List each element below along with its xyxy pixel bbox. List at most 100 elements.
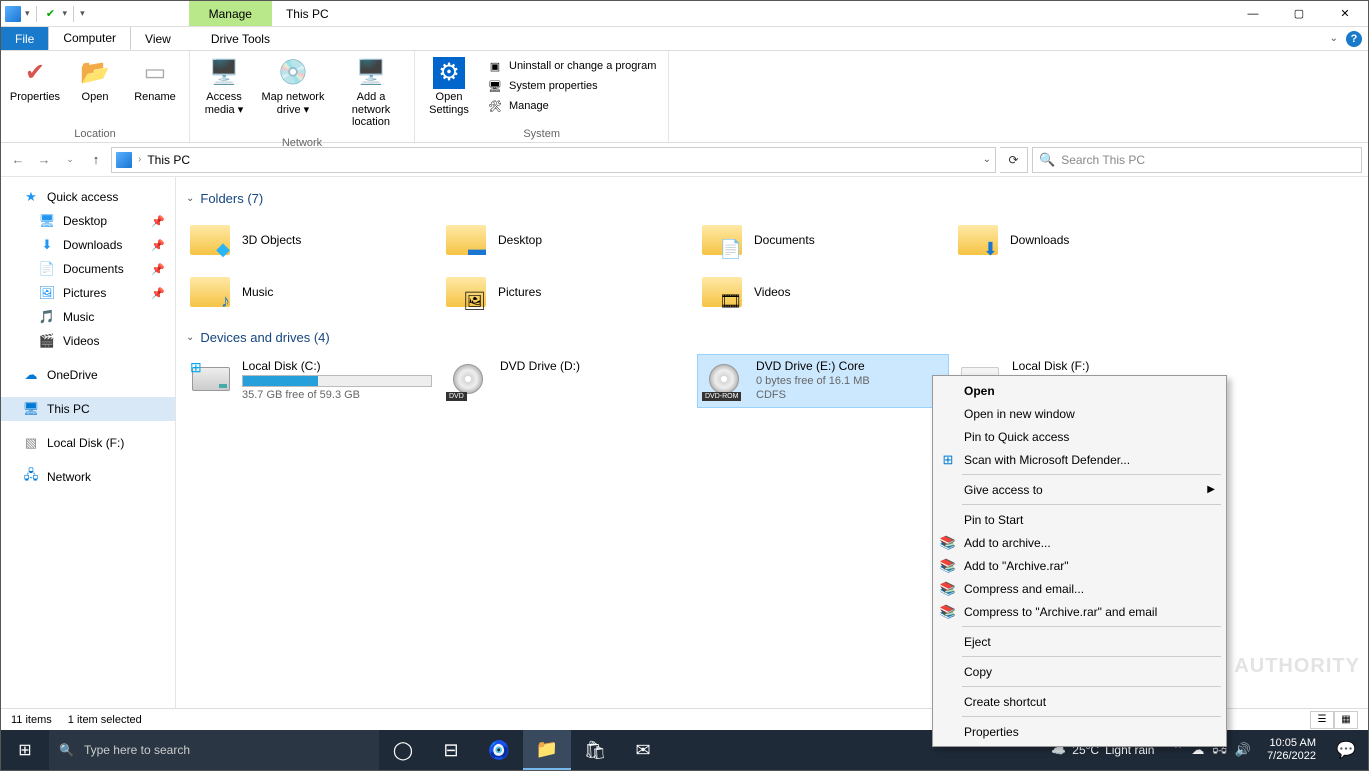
sidebar-this-pc[interactable]: 🖥 This PC [1, 397, 175, 421]
start-button[interactable]: ⊞ [1, 730, 49, 770]
breadcrumb[interactable]: This PC [147, 153, 190, 167]
uninstall-program-button[interactable]: ▣ Uninstall or change a program [485, 57, 658, 75]
taskbar-mail[interactable]: ✉ [619, 730, 667, 770]
nav-recent-button[interactable]: ⌄ [59, 149, 81, 171]
sidebar-desktop[interactable]: 🖥 Desktop 📌 [1, 209, 175, 233]
system-properties-button[interactable]: 🖥 System properties [485, 77, 658, 95]
properties-button[interactable]: ✔ Properties [7, 55, 63, 106]
search-input[interactable]: 🔍 Search This PC [1032, 147, 1362, 173]
tab-view[interactable]: View [131, 27, 185, 50]
ctx-compress-rar-email[interactable]: 📚 Compress to "Archive.rar" and email [936, 600, 1223, 623]
navigation-pane: ★ Quick access 🖥 Desktop 📌 ⬇ Downloads 📌… [1, 177, 176, 708]
details-view-button[interactable]: ☰ [1310, 711, 1334, 729]
qat-customize-icon[interactable]: ▾ [80, 8, 85, 19]
ctx-pin-start[interactable]: Pin to Start [936, 508, 1223, 531]
breadcrumb-pc-icon [116, 152, 132, 168]
drive-local-c[interactable]: ⊞ Local Disk (C:) 35.7 GB free of 59.3 G… [186, 355, 436, 407]
tab-drive-tools[interactable]: Drive Tools [197, 27, 284, 50]
sidebar-local-disk-f[interactable]: ▧ Local Disk (F:) [1, 431, 175, 455]
refresh-button[interactable]: ⟳ [1000, 147, 1028, 173]
sidebar-videos[interactable]: 🎬 Videos [1, 329, 175, 353]
documents-icon: 📄 [39, 261, 55, 277]
properties-icon: ✔ [19, 57, 51, 89]
sidebar-onedrive[interactable]: ☁ OneDrive [1, 363, 175, 387]
pin-icon: 📌 [151, 287, 165, 300]
close-button[interactable]: ✕ [1322, 1, 1368, 26]
open-button[interactable]: 📂 Open [67, 55, 123, 106]
map-drive-icon: 💿 [277, 57, 309, 89]
uninstall-icon: ▣ [487, 58, 503, 74]
chevron-down-icon: ⌄ [186, 332, 194, 343]
maximize-button[interactable]: ▢ [1276, 1, 1322, 26]
sidebar-music[interactable]: 🎵 Music [1, 305, 175, 329]
ctx-open-new-window[interactable]: Open in new window [936, 402, 1223, 425]
nav-up-button[interactable]: ↑ [85, 149, 107, 171]
help-icon[interactable]: ? [1346, 31, 1362, 47]
this-pc-icon: 🖥 [23, 401, 39, 417]
rename-button[interactable]: ▭ Rename [127, 55, 183, 106]
folders-section-header[interactable]: ⌄ Folders (7) [186, 191, 1358, 206]
taskbar-search[interactable]: 🔍 Type here to search [49, 730, 379, 770]
group-label-location: Location [1, 126, 189, 142]
ctx-create-shortcut[interactable]: Create shortcut [936, 690, 1223, 713]
drive-dvd-e[interactable]: DVD-ROM DVD Drive (E:) Core 0 bytes free… [698, 355, 948, 407]
drives-section-header[interactable]: ⌄ Devices and drives (4) [186, 330, 1358, 345]
taskbar-store[interactable]: 🛍 [571, 730, 619, 770]
manage-button[interactable]: 🛠 Manage [485, 97, 658, 115]
tray-volume-icon[interactable]: 🔊 [1235, 742, 1251, 758]
taskbar-clock[interactable]: 10:05 AM 7/26/2022 [1259, 737, 1324, 763]
action-center-button[interactable]: 💬 [1324, 740, 1368, 760]
chevron-down-icon: ⌄ [186, 193, 194, 204]
sidebar-downloads[interactable]: ⬇ Downloads 📌 [1, 233, 175, 257]
ctx-open[interactable]: Open [936, 379, 1223, 402]
ctx-properties[interactable]: Properties [936, 720, 1223, 743]
folder-desktop[interactable]: ▬ Desktop [442, 216, 692, 264]
task-view-timeline-button[interactable]: ⊟ [427, 730, 475, 770]
properties-qat-icon[interactable]: ✔ [43, 6, 59, 22]
access-media-button[interactable]: 🖥️ Access media ▾ [196, 55, 252, 118]
add-network-location-button[interactable]: 🖥️ Add a network location [334, 55, 408, 131]
address-dropdown-icon[interactable]: ⌄ [983, 154, 991, 165]
search-icon: 🔍 [59, 743, 74, 757]
ctx-pin-quick-access[interactable]: Pin to Quick access [936, 425, 1223, 448]
map-network-drive-button[interactable]: 💿 Map network drive ▾ [256, 55, 330, 118]
folder-downloads[interactable]: ⬇ Downloads [954, 216, 1204, 264]
folder-pictures[interactable]: 🖼 Pictures [442, 268, 692, 316]
sidebar-network[interactable]: 🖧 Network [1, 465, 175, 489]
icons-view-button[interactable]: ▦ [1334, 711, 1358, 729]
pin-icon: 📌 [151, 263, 165, 276]
winrar-icon: 📚 [940, 535, 956, 551]
manage-contextual-tab[interactable]: Manage [189, 1, 272, 26]
taskbar-edge[interactable]: 🧿 [475, 730, 523, 770]
task-view-button[interactable]: ◯ [379, 730, 427, 770]
minimize-button[interactable]: — [1230, 1, 1276, 26]
ctx-give-access[interactable]: Give access to ▶ [936, 478, 1223, 501]
taskbar-explorer[interactable]: 📁 [523, 730, 571, 770]
address-bar: ← → ⌄ ↑ › This PC ⌄ ⟳ 🔍 Search This PC [1, 143, 1368, 177]
ctx-add-rar[interactable]: 📚 Add to "Archive.rar" [936, 554, 1223, 577]
ctx-copy[interactable]: Copy [936, 660, 1223, 683]
nav-forward-button[interactable]: → [33, 149, 55, 171]
folder-documents[interactable]: 📄 Documents [698, 216, 948, 264]
nav-back-button[interactable]: ← [7, 149, 29, 171]
address-box[interactable]: › This PC ⌄ [111, 147, 996, 173]
ctx-scan-defender[interactable]: ⊞ Scan with Microsoft Defender... [936, 448, 1223, 471]
collapse-ribbon-icon[interactable]: ⌄ [1330, 33, 1338, 44]
qat-dropdown2-icon[interactable]: ▾ [63, 8, 68, 19]
ctx-eject[interactable]: Eject [936, 630, 1223, 653]
drive-dvd-d[interactable]: DVD DVD Drive (D:) [442, 355, 692, 407]
sidebar-documents[interactable]: 📄 Documents 📌 [1, 257, 175, 281]
folder-icon: ◆ [188, 220, 232, 260]
tab-computer[interactable]: Computer [48, 27, 131, 50]
folder-music[interactable]: ♪ Music [186, 268, 436, 316]
folder-videos[interactable]: 🎞 Videos [698, 268, 948, 316]
tab-file[interactable]: File [1, 27, 48, 50]
ctx-add-archive[interactable]: 📚 Add to archive... [936, 531, 1223, 554]
ctx-compress-email[interactable]: 📚 Compress and email... [936, 577, 1223, 600]
sidebar-pictures[interactable]: 🖼 Pictures 📌 [1, 281, 175, 305]
sidebar-quick-access[interactable]: ★ Quick access [1, 185, 175, 209]
open-settings-button[interactable]: ⚙ Open Settings [421, 55, 477, 118]
folder-3d-objects[interactable]: ◆ 3D Objects [186, 216, 436, 264]
search-icon: 🔍 [1039, 152, 1055, 168]
qat-dropdown-icon[interactable]: ▾ [25, 8, 30, 19]
